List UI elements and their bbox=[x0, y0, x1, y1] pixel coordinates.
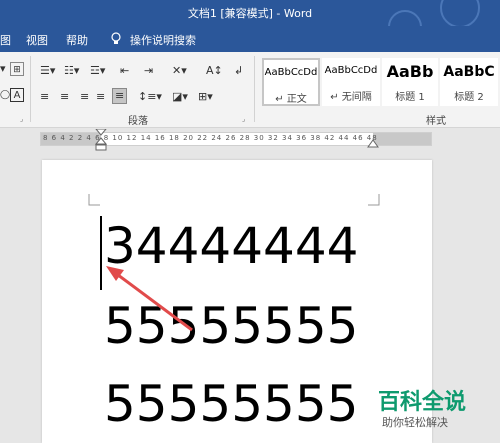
watermark-title: 百科全说 bbox=[378, 390, 467, 415]
annotation-arrow bbox=[106, 266, 193, 332]
watermark-subtitle: 助你轻松解决 bbox=[382, 416, 448, 429]
